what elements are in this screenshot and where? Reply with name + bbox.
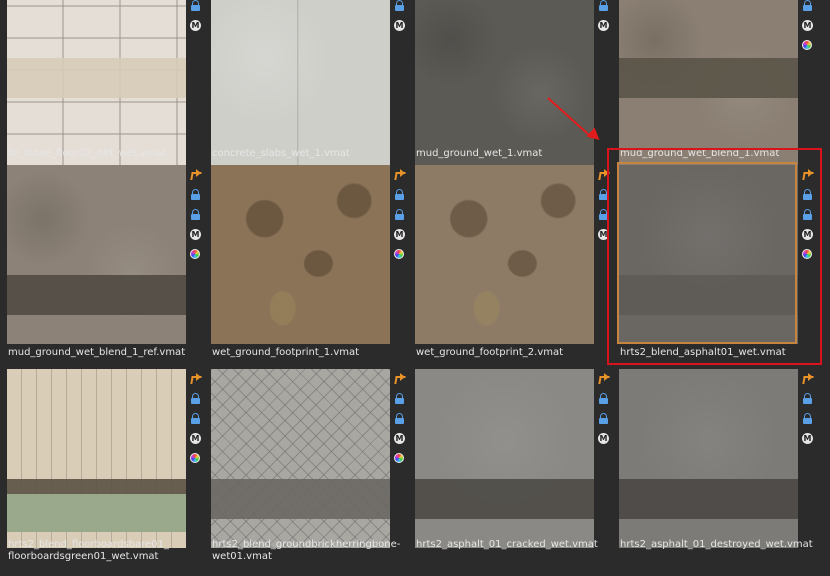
status-icons: M	[190, 169, 202, 268]
lock-icon[interactable]	[190, 189, 201, 200]
lock-icon[interactable]	[190, 209, 201, 220]
lock-icon[interactable]	[190, 393, 201, 404]
material-icon[interactable]: M	[802, 20, 813, 31]
material-tile[interactable]: M	[204, 0, 408, 190]
lock-icon[interactable]	[802, 393, 813, 404]
material-icon[interactable]: M	[598, 433, 609, 444]
material-icon[interactable]: M	[598, 20, 609, 31]
material-icon[interactable]: M	[394, 20, 405, 31]
status-icons: M	[802, 0, 814, 59]
status-icons: M	[394, 0, 406, 40]
blend-band	[619, 479, 798, 519]
status-icons: M	[190, 373, 202, 472]
status-icons: M	[394, 169, 406, 268]
material-name: hrts2_asphalt_01_destroyed_wet.vmat	[620, 539, 813, 550]
lock-icon[interactable]	[802, 413, 813, 424]
material-thumbnail[interactable]	[415, 369, 594, 548]
lock-icon[interactable]	[802, 0, 813, 11]
status-icons: M	[802, 373, 814, 453]
material-name: mud_ground_wet_blend_1_ref.vmat	[8, 347, 186, 358]
status-icons: M	[190, 0, 202, 40]
material-thumbnail[interactable]	[619, 0, 798, 165]
arrow-icon[interactable]	[802, 373, 813, 384]
lock-icon[interactable]	[394, 0, 405, 11]
material-tile[interactable]: M	[408, 0, 612, 190]
material-thumbnail[interactable]	[211, 369, 390, 548]
lock-icon[interactable]	[598, 0, 609, 11]
material-name: wet_ground_footprint_1.vmat	[212, 347, 360, 358]
blend-band-green	[7, 494, 186, 532]
lock-icon[interactable]	[598, 413, 609, 424]
blend-band	[7, 58, 186, 98]
material-tile[interactable]: M	[0, 165, 204, 369]
arrow-icon[interactable]	[394, 169, 405, 180]
material-thumbnail[interactable]	[619, 369, 798, 548]
status-icons: M	[394, 373, 406, 472]
colorwheel-icon[interactable]	[394, 453, 404, 463]
material-thumbnail[interactable]	[415, 165, 594, 344]
material-icon[interactable]: M	[394, 433, 405, 444]
lock-icon[interactable]	[190, 0, 201, 11]
lock-icon[interactable]	[598, 393, 609, 404]
arrow-icon[interactable]	[190, 373, 201, 384]
colorwheel-icon[interactable]	[190, 249, 200, 259]
material-thumbnail[interactable]	[211, 165, 390, 344]
colorwheel-icon[interactable]	[802, 40, 812, 50]
status-icons: M	[598, 0, 610, 40]
material-thumbnail[interactable]	[415, 0, 594, 165]
blend-band	[211, 479, 390, 519]
lock-icon[interactable]	[394, 189, 405, 200]
material-thumbnail[interactable]	[7, 165, 186, 344]
lock-icon[interactable]	[394, 209, 405, 220]
colorwheel-icon[interactable]	[190, 453, 200, 463]
arrow-icon[interactable]	[598, 373, 609, 384]
material-name: mud_ground_wet_1.vmat	[416, 148, 543, 159]
material-thumbnail[interactable]	[7, 0, 186, 165]
material-name: hr_stone_floor02_dirt_wet.vmat	[8, 148, 166, 159]
blend-band	[619, 58, 798, 98]
selected-tile-frame	[617, 162, 797, 344]
lock-icon[interactable]	[394, 393, 405, 404]
lock-icon[interactable]	[190, 413, 201, 424]
material-name: hrts2_blend_floorboardsbare01_ floorboar…	[8, 539, 169, 562]
material-name: concrete_slabs_wet_1.vmat	[212, 148, 350, 159]
material-icon[interactable]: M	[394, 229, 405, 240]
material-icon[interactable]: M	[190, 229, 201, 240]
material-thumbnail[interactable]	[7, 369, 186, 548]
material-icon[interactable]: M	[190, 433, 201, 444]
colorwheel-icon[interactable]	[394, 249, 404, 259]
material-name: wet_ground_footprint_2.vmat	[416, 347, 564, 358]
arrow-icon[interactable]	[190, 169, 201, 180]
material-tile[interactable]: M	[408, 165, 612, 369]
blend-band	[7, 275, 186, 315]
material-name: hrts2_blend_groundbrickherringbone- wet0…	[212, 539, 401, 562]
blend-band	[415, 479, 594, 519]
arrow-icon[interactable]	[394, 373, 405, 384]
material-thumbnail[interactable]	[211, 0, 390, 165]
status-icons: M	[598, 373, 610, 453]
material-icon[interactable]: M	[190, 20, 201, 31]
lock-icon[interactable]	[394, 413, 405, 424]
material-icon[interactable]: M	[802, 433, 813, 444]
material-name: hrts2_asphalt_01_cracked_wet.vmat	[416, 539, 598, 550]
material-tile[interactable]: M	[0, 0, 204, 190]
material-tile[interactable]: M	[204, 165, 408, 369]
